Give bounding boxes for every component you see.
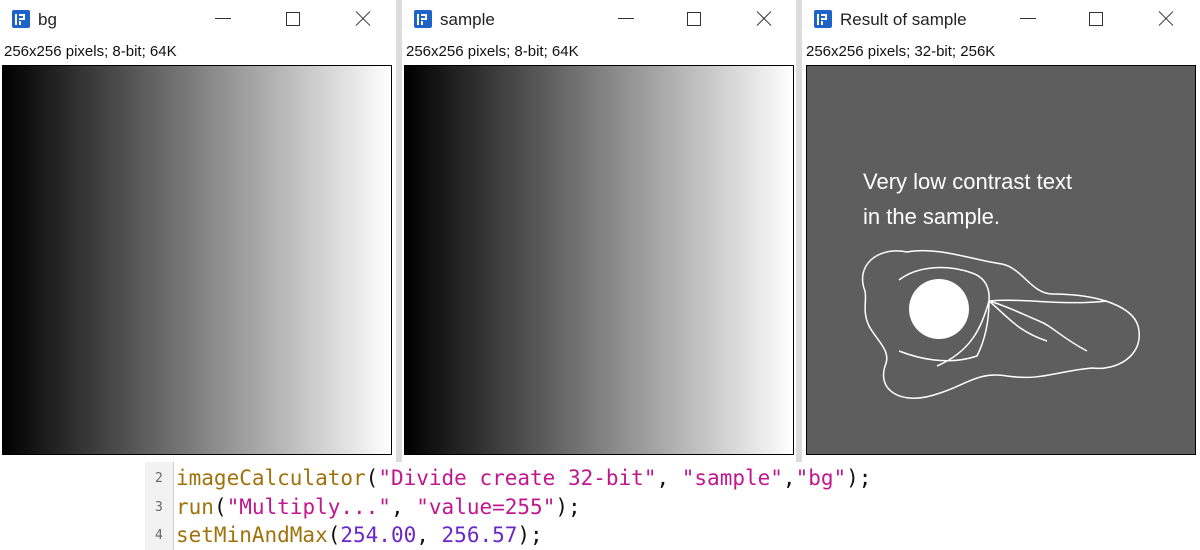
- code-token: "sample": [681, 466, 783, 490]
- code-token: ,: [390, 495, 417, 519]
- code-line[interactable]: 2 imageCalculator("Divide create 32-bit"…: [0, 464, 1200, 492]
- window-title: sample: [440, 10, 495, 29]
- maximize-icon[interactable]: [1080, 6, 1112, 32]
- code-token: "Divide create 32-bit": [378, 466, 657, 490]
- imagej-app-icon: [414, 10, 432, 28]
- code-token: 254.00: [340, 523, 417, 547]
- code-text[interactable]: imageCalculator("Divide create 32-bit", …: [176, 466, 871, 490]
- imagej-app-icon: [814, 10, 832, 28]
- code-token: run: [176, 495, 214, 519]
- code-token: imageCalculator: [176, 466, 366, 490]
- image-canvas[interactable]: [2, 65, 392, 455]
- minimize-icon[interactable]: [207, 6, 239, 32]
- minimize-icon[interactable]: [1012, 6, 1044, 32]
- inner-contour-3: [988, 300, 1088, 352]
- code-token: setMinAndMax: [176, 523, 328, 547]
- code-line[interactable]: 4 setMinAndMax(254.00, 256.57);: [0, 521, 1200, 549]
- code-token: );: [555, 495, 581, 519]
- code-line[interactable]: 3 run("Multiply...", "value=255");: [0, 493, 1200, 521]
- result-text-line-1: Very low contrast text: [863, 169, 1072, 194]
- macro-editor[interactable]: 2 imageCalculator("Divide create 32-bit"…: [0, 462, 1200, 550]
- title-bar[interactable]: bg: [0, 0, 396, 38]
- result-image-drawing: Very low contrast text in the sample.: [861, 169, 1140, 399]
- line-number: 4: [155, 528, 163, 543]
- code-token: );: [517, 523, 543, 547]
- image-canvas[interactable]: [404, 65, 794, 455]
- inner-contour-4: [988, 299, 1108, 304]
- image-info-label: 256x256 pixels; 32-bit; 256K: [806, 43, 996, 60]
- image-window-result[interactable]: Result of sample 256x256 pixels; 32-bit;…: [802, 0, 1200, 462]
- close-icon[interactable]: [1150, 6, 1182, 32]
- close-icon[interactable]: [748, 6, 780, 32]
- image-window-bg[interactable]: bg 256x256 pixels; 8-bit; 64K: [0, 0, 396, 462]
- code-token: (: [213, 495, 227, 519]
- code-text[interactable]: run("Multiply...", "value=255");: [176, 495, 581, 519]
- imagej-app-icon: [12, 10, 30, 28]
- image-window-sample[interactable]: sample 256x256 pixels; 8-bit; 64K: [402, 0, 796, 462]
- outer-blob-outline: [861, 249, 1140, 399]
- code-token: ,: [782, 466, 796, 490]
- line-number: 2: [155, 471, 163, 486]
- window-title: bg: [38, 10, 57, 29]
- maximize-icon[interactable]: [678, 6, 710, 32]
- image-canvas[interactable]: Very low contrast text in the sample.: [806, 65, 1196, 455]
- code-token: "value=255": [416, 495, 556, 519]
- code-token: ,: [656, 466, 682, 490]
- code-token: (: [327, 523, 341, 547]
- code-token: ,: [416, 523, 442, 547]
- code-token: (: [365, 466, 379, 490]
- title-bar[interactable]: sample: [402, 0, 796, 38]
- title-bar[interactable]: Result of sample: [802, 0, 1200, 38]
- line-number: 3: [155, 500, 163, 515]
- maximize-icon[interactable]: [277, 6, 309, 32]
- image-info-label: 256x256 pixels; 8-bit; 64K: [4, 43, 177, 60]
- bright-circle: [909, 279, 969, 339]
- image-info-label: 256x256 pixels; 8-bit; 64K: [406, 43, 579, 60]
- close-icon[interactable]: [347, 6, 379, 32]
- window-title: Result of sample: [840, 10, 967, 29]
- code-token: "bg": [795, 466, 847, 490]
- code-token: );: [846, 466, 872, 490]
- minimize-icon[interactable]: [610, 6, 642, 32]
- code-text[interactable]: setMinAndMax(254.00, 256.57);: [176, 523, 543, 547]
- code-token: "Multiply...": [226, 495, 391, 519]
- code-token: 256.57: [441, 523, 518, 547]
- result-text-line-2: in the sample.: [863, 204, 1000, 229]
